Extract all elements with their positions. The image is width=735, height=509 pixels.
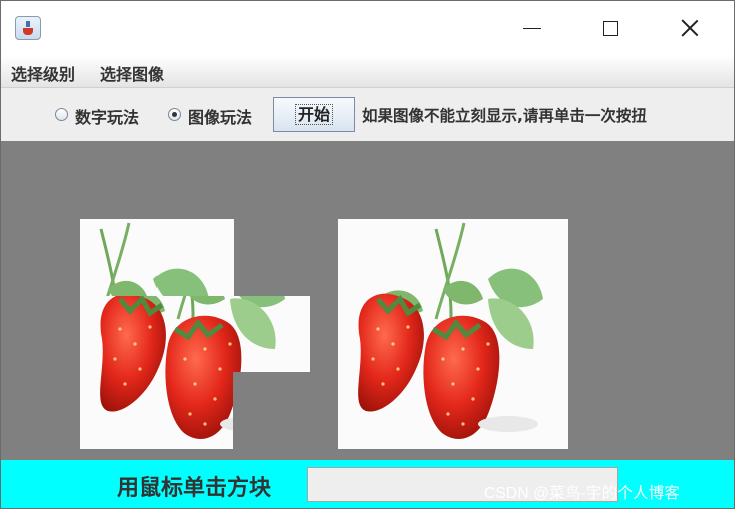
puzzle-tile[interactable] <box>233 296 310 373</box>
reference-image <box>338 219 568 449</box>
minimize-icon <box>523 27 541 29</box>
menu-select-level[interactable]: 选择级别 <box>11 61 75 85</box>
toolbar: 数字玩法 图像玩法 开始 如果图像不能立刻显示,请再单击一次按扭 <box>1 88 734 141</box>
maximize-button[interactable] <box>587 11 633 45</box>
java-cup-icon[interactable] <box>15 16 41 40</box>
radio-image-mode-label[interactable]: 图像玩法 <box>188 104 252 128</box>
puzzle-tile[interactable] <box>157 296 234 373</box>
minimize-button[interactable] <box>509 11 555 45</box>
menu-bar: 选择级别 选择图像 <box>1 55 734 88</box>
radio-image-mode[interactable] <box>168 108 181 121</box>
hint-text: 如果图像不能立刻显示,请再单击一次按扭 <box>362 107 647 125</box>
close-button[interactable] <box>667 11 713 45</box>
puzzle-tile[interactable] <box>80 219 157 296</box>
game-area <box>1 141 734 460</box>
puzzle-tile[interactable] <box>157 372 234 449</box>
app-window: 选择级别 选择图像 数字玩法 图像玩法 开始 如果图像不能立刻显示,请再单击一次… <box>0 0 735 509</box>
strawberry-image <box>338 219 568 449</box>
radio-number-mode-label[interactable]: 数字玩法 <box>75 104 139 128</box>
title-bar <box>1 1 734 55</box>
puzzle-tile[interactable] <box>80 296 157 373</box>
puzzle-empty-slot[interactable] <box>233 372 310 449</box>
watermark-text: CSDN @菜鸟-宇的个人博客 <box>484 485 681 502</box>
close-icon <box>681 19 699 37</box>
puzzle-tile[interactable] <box>80 372 157 449</box>
puzzle-tile[interactable] <box>157 219 234 296</box>
radio-number-mode[interactable] <box>55 108 68 121</box>
status-label: 用鼠标单击方块 <box>117 475 272 501</box>
puzzle-board <box>80 219 310 449</box>
start-button[interactable]: 开始 <box>273 97 355 132</box>
start-button-label: 开始 <box>294 104 333 125</box>
menu-select-image[interactable]: 选择图像 <box>100 61 164 85</box>
maximize-icon <box>602 20 618 36</box>
